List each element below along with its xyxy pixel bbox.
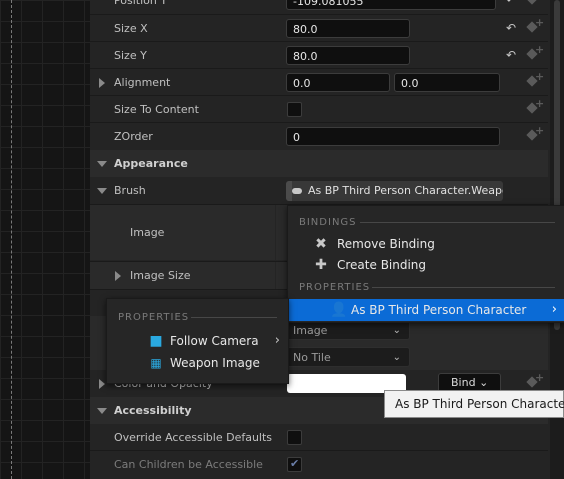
brush-binding-text: As BP Third Person Character.Weapon Imag… [308, 184, 503, 197]
can-children-be-accessible-label: Can Children be Accessible [114, 458, 263, 471]
add-keyframe-icon[interactable]: + [526, 70, 544, 90]
expander-arrow-icon[interactable] [99, 78, 105, 88]
override-accessible-defaults-checkbox[interactable] [287, 430, 302, 445]
alignment-x-field[interactable]: 0.0 [286, 73, 390, 92]
add-keyframe-icon[interactable]: + [526, 97, 544, 117]
expander-arrow-icon[interactable] [115, 271, 121, 281]
alignment-y-field[interactable]: 0.0 [394, 73, 500, 92]
accessibility-label: Accessibility [114, 404, 192, 417]
tooltip: As BP Third Person Character [384, 390, 564, 418]
override-accessible-defaults-label: Override Accessible Defaults [114, 431, 273, 444]
character-icon: 👤 [330, 302, 348, 318]
row-size-x: Size X 80.0 ↶ + [90, 15, 548, 42]
size-to-content-checkbox[interactable] [287, 102, 302, 117]
add-keyframe-icon[interactable]: + [526, 371, 544, 391]
reset-arrow-icon[interactable]: ↶ [504, 21, 518, 35]
row-size-to-content: Size To Content + [90, 96, 548, 123]
tiling-value: No Tile [293, 351, 331, 364]
expander-arrow-icon[interactable] [97, 188, 107, 194]
draw-as-dropdown[interactable]: Image ⌄ [286, 320, 410, 340]
add-keyframe-icon[interactable]: + [526, 16, 544, 36]
character-submenu: PROPERTIES ■ Follow Camera › ▦ Weapon Im… [106, 298, 289, 384]
position-y-field[interactable]: -109.081055 [286, 0, 496, 10]
bindings-header: BINDINGS [299, 217, 357, 228]
draw-as-value: Image [293, 324, 328, 337]
alignment-label: Alignment [114, 76, 171, 89]
binding-pill-icon [292, 188, 302, 194]
add-keyframe-icon[interactable]: + [526, 0, 544, 8]
zorder-label: ZOrder [114, 130, 153, 143]
texture-icon: ▦ [150, 356, 162, 370]
remove-binding-item[interactable]: ✖ Remove Binding [288, 233, 564, 255]
follow-camera-item[interactable]: ■ Follow Camera › [107, 330, 288, 352]
add-keyframe-icon[interactable]: + [526, 43, 544, 63]
canvas-dashed-guide [11, 0, 12, 479]
expander-arrow-icon[interactable] [97, 408, 107, 414]
reset-arrow-icon[interactable]: ↶ [504, 0, 518, 7]
row-position-y: Position Y -109.081055 ↶ + [90, 0, 548, 14]
tiling-dropdown[interactable]: No Tile ⌄ [286, 347, 410, 367]
expander-arrow-icon[interactable] [97, 161, 107, 167]
image-size-label: Image Size [130, 269, 191, 282]
appearance-label: Appearance [114, 157, 188, 170]
chevron-right-icon: › [274, 333, 280, 348]
chevron-down-icon: ⌄ [479, 376, 489, 389]
size-y-label: Size Y [114, 49, 147, 62]
bind-label: Bind [451, 376, 476, 389]
zorder-field[interactable]: 0 [286, 127, 500, 146]
add-keyframe-icon[interactable]: + [526, 124, 544, 144]
submenu-properties-header: PROPERTIES [118, 312, 190, 323]
size-y-field[interactable]: 80.0 [286, 46, 410, 65]
size-to-content-label: Size To Content [114, 103, 199, 116]
can-children-be-accessible-checkbox[interactable]: ✔ [287, 457, 302, 472]
properties-header: PROPERTIES [299, 282, 371, 293]
create-binding-item[interactable]: ✚ Create Binding [288, 254, 564, 276]
checkmark-icon: ✔ [290, 457, 300, 470]
row-zorder: ZOrder 0 + [90, 123, 548, 150]
chevron-right-icon: › [551, 302, 557, 317]
size-x-field[interactable]: 80.0 [286, 19, 410, 38]
weapon-image-item[interactable]: ▦ Weapon Image [107, 352, 288, 374]
designer-canvas[interactable] [0, 0, 90, 479]
brush-label: Brush [114, 184, 146, 197]
section-appearance[interactable]: Appearance [90, 150, 548, 177]
expander-arrow-icon[interactable] [99, 379, 105, 389]
row-alignment: Alignment 0.0 0.0 + [90, 69, 548, 96]
image-label: Image [130, 226, 165, 239]
chevron-down-icon: ⌄ [392, 352, 401, 363]
chevron-down-icon: ⌄ [392, 325, 401, 336]
row-can-children-be-accessible: Can Children be Accessible ✔ [90, 451, 548, 478]
brush-binding-field[interactable]: As BP Third Person Character.Weapon Imag… [286, 181, 503, 201]
character-property-item[interactable]: 👤 As BP Third Person Character › [288, 299, 564, 321]
size-x-label: Size X [114, 22, 148, 35]
binding-menu: BINDINGS ✖ Remove Binding ✚ Create Bindi… [287, 205, 564, 323]
row-override-accessible-defaults: Override Accessible Defaults [90, 424, 548, 451]
row-size-y: Size Y 80.0 ↶ + [90, 42, 548, 69]
add-plus-icon: ✚ [315, 257, 327, 273]
remove-x-icon: ✖ [315, 236, 327, 252]
camera-icon: ■ [149, 333, 163, 349]
reset-arrow-icon[interactable]: ↶ [504, 48, 518, 62]
position-y-label: Position Y [114, 0, 168, 7]
